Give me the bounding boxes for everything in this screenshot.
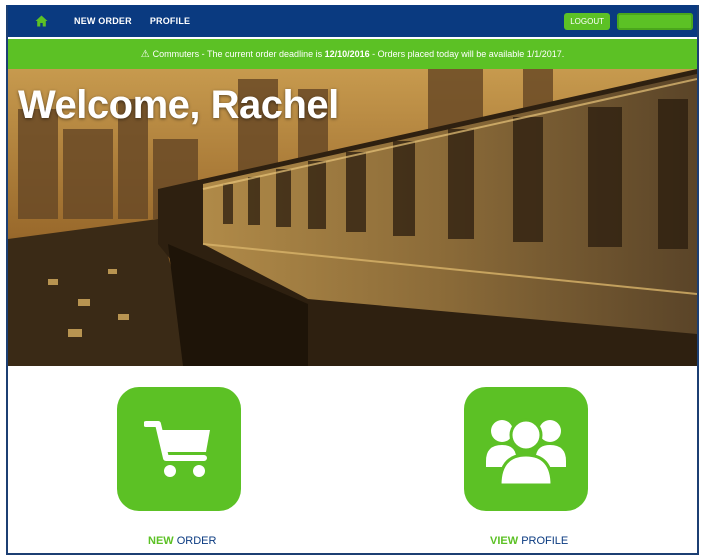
account-button[interactable] bbox=[617, 12, 693, 30]
warning-icon: ⚠ bbox=[140, 48, 150, 60]
new-order-link[interactable]: NEW ORDER bbox=[148, 535, 216, 547]
alert-deadline: 12/10/2016 bbox=[324, 49, 370, 59]
home-icon bbox=[35, 15, 47, 27]
view-profile-accent: VIEW bbox=[490, 535, 519, 547]
new-order-tile[interactable] bbox=[117, 387, 241, 511]
nav-right-group: LOGOUT bbox=[564, 12, 693, 30]
view-profile-label: PROFILE bbox=[521, 535, 569, 547]
view-profile-link[interactable]: VIEW PROFILE bbox=[490, 535, 568, 547]
new-order-label: ORDER bbox=[176, 535, 217, 547]
alert-text-before: Commuters - The current order deadline i… bbox=[152, 49, 323, 59]
nav-profile[interactable]: PROFILE bbox=[150, 16, 190, 26]
users-group-icon bbox=[486, 418, 566, 487]
view-profile-tile[interactable] bbox=[464, 387, 588, 511]
alert-text-after: - Orders placed today will be available … bbox=[372, 49, 565, 59]
logout-button[interactable]: LOGOUT bbox=[564, 12, 610, 30]
top-navbar: NEW ORDER PROFILE LOGOUT bbox=[8, 5, 697, 37]
welcome-heading: Welcome, Rachel bbox=[18, 83, 339, 127]
hero-banner: Welcome, Rachel bbox=[8, 69, 697, 366]
deadline-alert-banner: ⚠ Commuters - The current order deadline… bbox=[8, 39, 697, 69]
shopping-cart-icon bbox=[144, 421, 210, 477]
app-frame: NEW ORDER PROFILE LOGOUT ⚠ Commuters - T… bbox=[6, 5, 699, 555]
home-button[interactable] bbox=[26, 5, 56, 37]
new-order-accent: NEW bbox=[148, 535, 174, 547]
nav-new-order[interactable]: NEW ORDER bbox=[74, 16, 132, 26]
